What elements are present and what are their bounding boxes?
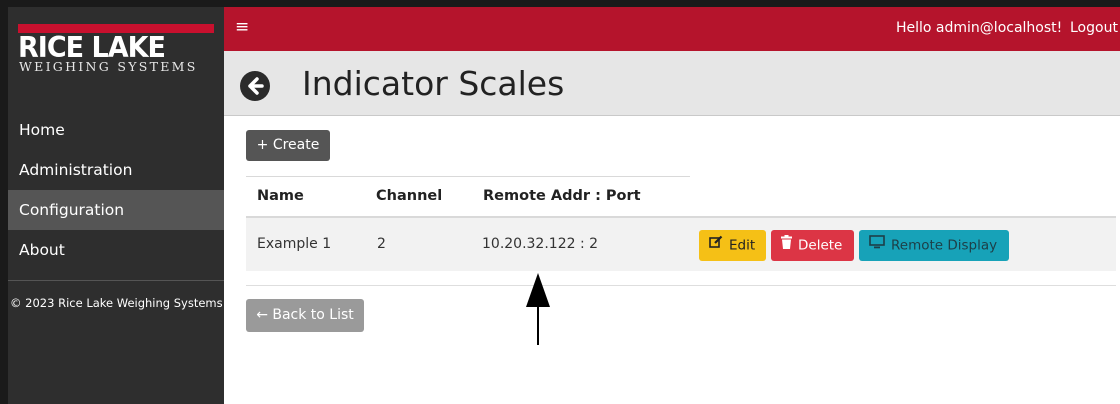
annotation-arrow-head-icon bbox=[526, 273, 550, 307]
edit-button-label: Edit bbox=[729, 237, 756, 254]
hamburger-menu-icon[interactable]: ≡ bbox=[235, 17, 249, 37]
cell-name: Example 1 bbox=[257, 236, 332, 252]
sidebar-nav: Home Administration Configuration About bbox=[8, 110, 224, 270]
annotation-arrow-shaft bbox=[537, 305, 539, 345]
column-header-remote-addr[interactable]: Remote Addr : Port bbox=[483, 188, 641, 204]
create-button[interactable]: + Create bbox=[246, 130, 330, 161]
logout-link[interactable]: Logout bbox=[1070, 20, 1118, 36]
delete-button[interactable]: Delete bbox=[771, 230, 854, 261]
copyright-text: © 2023 Rice Lake Weighing Systems bbox=[10, 296, 223, 310]
column-header-channel[interactable]: Channel bbox=[376, 188, 442, 204]
table-top-border bbox=[246, 176, 690, 177]
logo-subtitle: WEIGHING SYSTEMS bbox=[19, 59, 198, 74]
page-title: Indicator Scales bbox=[302, 64, 565, 103]
sidebar-item-configuration[interactable]: Configuration bbox=[8, 190, 224, 230]
column-header-name[interactable]: Name bbox=[257, 188, 304, 204]
top-navbar: ≡ Hello admin@localhost! Logout bbox=[224, 7, 1120, 51]
table-bottom-border bbox=[246, 285, 1116, 286]
sidebar-item-about[interactable]: About bbox=[8, 230, 224, 270]
delete-button-label: Delete bbox=[798, 237, 843, 254]
monitor-icon bbox=[869, 230, 885, 261]
sidebar-item-administration[interactable]: Administration bbox=[8, 150, 224, 190]
brand-logo[interactable]: RICE LAKE WEIGHING SYSTEMS bbox=[18, 24, 218, 84]
sidebar-divider bbox=[8, 280, 224, 281]
sidebar-item-home[interactable]: Home bbox=[8, 110, 224, 150]
sidebar: RICE LAKE WEIGHING SYSTEMS Home Administ… bbox=[8, 7, 224, 404]
page-header: Indicator Scales bbox=[224, 51, 1120, 116]
back-to-list-button[interactable]: ← Back to List bbox=[246, 299, 364, 332]
window-frame-left bbox=[0, 0, 8, 404]
user-greeting: Hello admin@localhost! bbox=[896, 20, 1063, 36]
back-arrow-circle-icon[interactable] bbox=[240, 71, 270, 101]
back-arrow-glyph bbox=[248, 77, 264, 95]
cell-channel: 2 bbox=[377, 236, 386, 252]
edit-icon bbox=[709, 230, 723, 261]
window-frame-top bbox=[0, 0, 1120, 7]
remote-display-button-label: Remote Display bbox=[891, 237, 998, 254]
edit-button[interactable]: Edit bbox=[699, 230, 766, 261]
trash-icon bbox=[781, 230, 792, 261]
remote-display-button[interactable]: Remote Display bbox=[859, 230, 1009, 261]
cell-remote-addr: 10.20.32.122 : 2 bbox=[482, 236, 599, 252]
